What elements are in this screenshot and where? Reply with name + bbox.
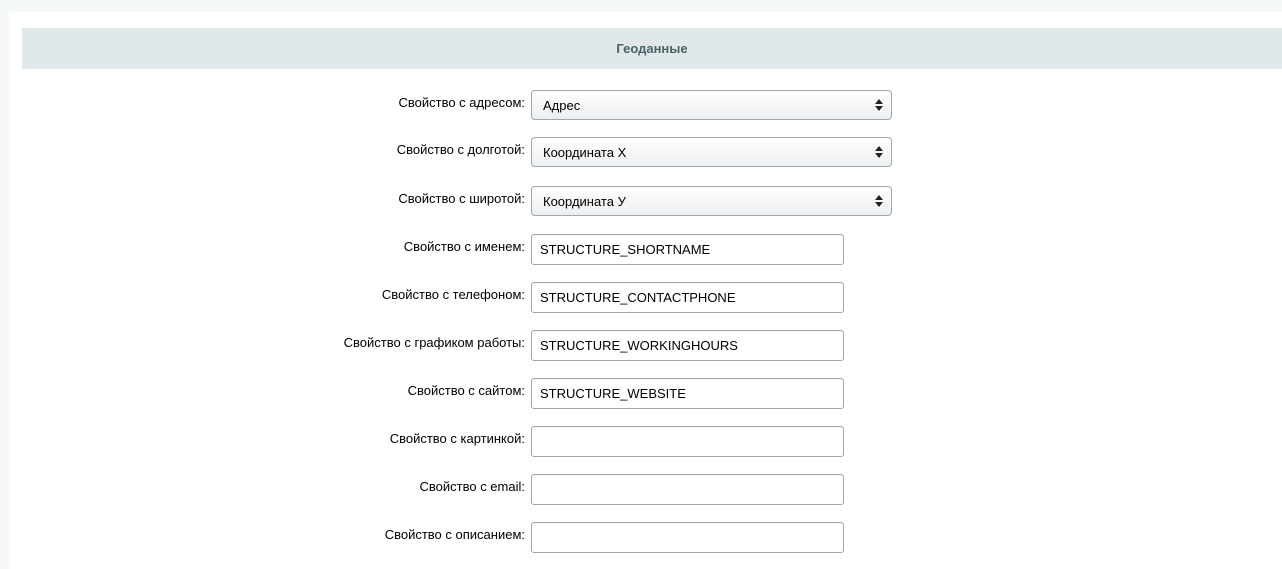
row-description-property: Свойство с описанием: <box>9 522 1282 556</box>
name-property-value: STRUCTURE_SHORTNAME <box>540 242 711 257</box>
row-longitude-property: Свойство с долготой: Координата X <box>9 137 1282 171</box>
address-property-label: Свойство с адресом: <box>398 95 525 110</box>
longitude-property-select[interactable]: Координата X <box>531 137 892 167</box>
description-property-input[interactable] <box>531 522 844 553</box>
row-address-property: Свойство с адресом: Адрес <box>9 90 1282 124</box>
row-phone-property: Свойство с телефоном: STRUCTURE_CONTACTP… <box>9 282 1282 316</box>
longitude-property-value: Координата X <box>543 144 627 160</box>
row-latitude-property: Свойство с широтой: Координата У <box>9 186 1282 220</box>
latitude-property-value: Координата У <box>543 193 626 209</box>
settings-panel: Геоданные Свойство с адресом: Адрес Свой… <box>9 12 1282 569</box>
select-arrows-icon <box>875 146 883 158</box>
working-hours-property-label: Свойство с графиком работы: <box>343 335 525 350</box>
row-website-property: Свойство с сайтом: STRUCTURE_WEBSITE <box>9 378 1282 412</box>
latitude-property-select[interactable]: Координата У <box>531 186 892 216</box>
row-image-property: Свойство с картинкой: <box>9 426 1282 460</box>
working-hours-property-value: STRUCTURE_WORKINGHOURS <box>540 338 738 353</box>
name-property-label: Свойство с именем: <box>403 239 525 254</box>
row-email-property: Свойство с email: <box>9 474 1282 508</box>
phone-property-value: STRUCTURE_CONTACTPHONE <box>540 290 736 305</box>
image-property-label: Свойство с картинкой: <box>389 431 525 446</box>
section-title: Геоданные <box>616 41 688 56</box>
latitude-property-label: Свойство с широтой: <box>398 191 525 206</box>
website-property-input[interactable]: STRUCTURE_WEBSITE <box>531 378 844 409</box>
row-working-hours-property: Свойство с графиком работы: STRUCTURE_WO… <box>9 330 1282 364</box>
website-property-label: Свойство с сайтом: <box>407 383 525 398</box>
name-property-input[interactable]: STRUCTURE_SHORTNAME <box>531 234 844 265</box>
email-property-label: Свойство с email: <box>419 479 526 494</box>
description-property-label: Свойство с описанием: <box>384 527 525 542</box>
longitude-property-label: Свойство с долготой: <box>396 142 525 157</box>
image-property-input[interactable] <box>531 426 844 457</box>
select-arrows-icon <box>875 99 883 111</box>
row-name-property: Свойство с именем: STRUCTURE_SHORTNAME <box>9 234 1282 268</box>
section-header-geodata: Геоданные <box>22 28 1282 69</box>
email-property-input[interactable] <box>531 474 844 505</box>
phone-property-input[interactable]: STRUCTURE_CONTACTPHONE <box>531 282 844 313</box>
address-property-value: Адрес <box>543 97 581 113</box>
address-property-select[interactable]: Адрес <box>531 90 892 120</box>
working-hours-property-input[interactable]: STRUCTURE_WORKINGHOURS <box>531 330 844 361</box>
phone-property-label: Свойство с телефоном: <box>381 287 525 302</box>
website-property-value: STRUCTURE_WEBSITE <box>540 386 686 401</box>
select-arrows-icon <box>875 195 883 207</box>
